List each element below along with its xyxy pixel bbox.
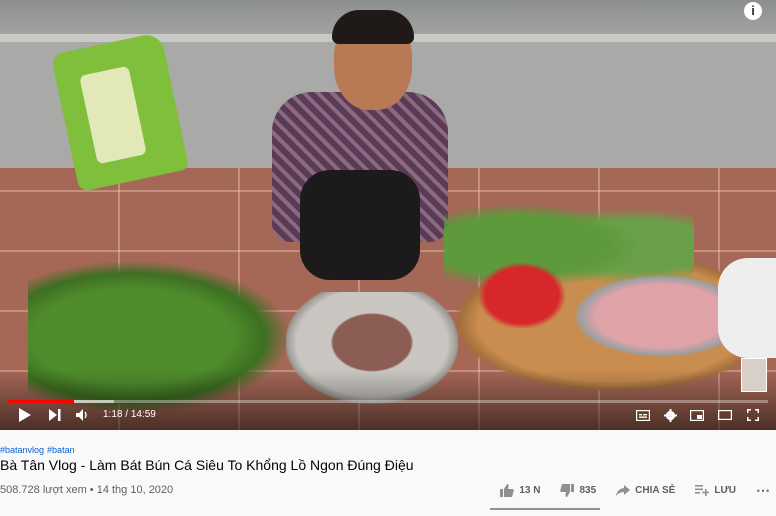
miniplayer-button[interactable] xyxy=(688,406,706,424)
duration: 14:59 xyxy=(130,409,156,420)
playlist-add-icon xyxy=(695,485,710,496)
hashtag-link[interactable]: #batanvlog xyxy=(0,445,44,455)
channel-watermark[interactable] xyxy=(741,358,767,392)
volume-button[interactable] xyxy=(74,406,92,424)
share-button[interactable]: CHIA SẺ xyxy=(616,485,675,496)
theater-icon xyxy=(718,410,732,420)
save-label: LƯU xyxy=(714,485,736,496)
subtitles-button[interactable] xyxy=(634,406,652,424)
video-meta: 508.728 lượt xem • 14 thg 10, 2020 xyxy=(0,484,173,496)
dislike-count: 835 xyxy=(579,485,597,496)
tomato-bag xyxy=(470,256,574,328)
current-time: 1:18 xyxy=(103,409,123,420)
like-ratio-bar xyxy=(490,508,600,510)
theater-button[interactable] xyxy=(716,406,734,424)
time-separator: / xyxy=(125,409,129,420)
video-title: Bà Tân Vlog - Làm Bát Bún Cá Siêu To Khổ… xyxy=(0,457,414,473)
more-actions-button[interactable]: ⋯ xyxy=(756,482,770,499)
hashtag-link[interactable]: #batan xyxy=(47,445,75,455)
progress-bar[interactable] xyxy=(8,400,768,403)
white-bowl xyxy=(718,258,776,358)
volume-icon xyxy=(76,409,87,421)
video-player[interactable]: i 1:18 / 14:59 xyxy=(0,0,776,430)
play-icon xyxy=(19,408,31,422)
publish-date: 14 thg 10, 2020 xyxy=(96,484,174,496)
dislike-button[interactable]: 835 xyxy=(560,484,596,497)
next-button[interactable] xyxy=(46,406,64,424)
person-pants xyxy=(300,170,420,280)
save-button[interactable]: LƯU xyxy=(695,485,736,496)
fullscreen-button[interactable] xyxy=(744,406,762,424)
time-display: 1:18 / 14:59 xyxy=(103,409,156,420)
like-count: 13 N xyxy=(519,485,541,496)
fullscreen-icon xyxy=(747,409,759,421)
hashtag-list: #batanvlog #batan xyxy=(0,445,78,455)
action-bar: 13 N 835 CHIA SẺ LƯU ⋯ xyxy=(500,482,770,499)
next-icon xyxy=(49,409,61,421)
view-count: 508.728 lượt xem xyxy=(0,484,87,496)
thumbs-up-icon xyxy=(500,484,515,497)
subtitles-icon xyxy=(636,409,650,421)
info-icon[interactable]: i xyxy=(744,2,762,20)
share-label: CHIA SẺ xyxy=(635,485,676,496)
like-button[interactable]: 13 N xyxy=(500,484,540,497)
miniplayer-icon xyxy=(690,409,704,421)
gear-icon xyxy=(663,408,677,422)
progress-played xyxy=(8,400,75,403)
meta-separator: • xyxy=(86,484,97,496)
person-hair xyxy=(332,10,414,44)
settings-button[interactable] xyxy=(661,406,679,424)
share-icon xyxy=(616,485,631,496)
thumbs-down-icon xyxy=(560,484,575,497)
more-icon: ⋯ xyxy=(756,482,770,498)
play-button[interactable] xyxy=(16,406,34,424)
